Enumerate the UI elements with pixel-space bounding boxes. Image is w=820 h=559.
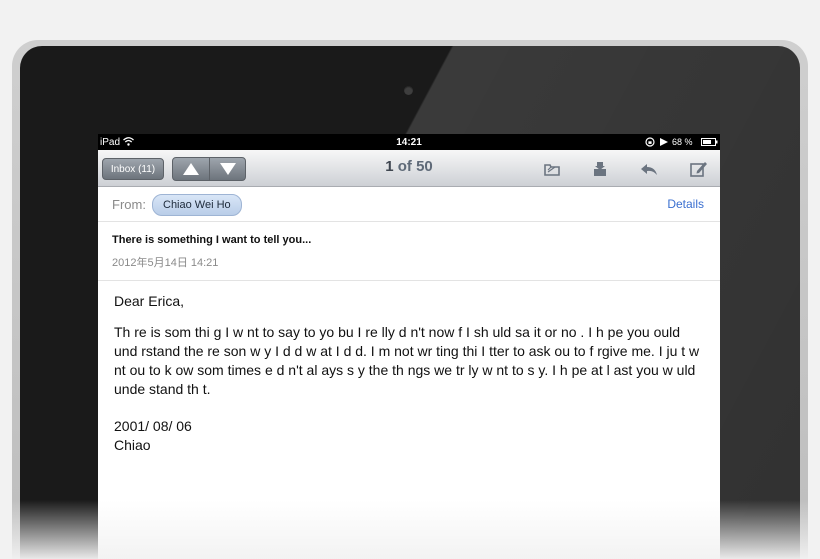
signature-name: Chiao [114,437,151,453]
archive-icon[interactable] [590,159,610,179]
up-arrow-icon [183,163,199,175]
signature-date: 2001/ 08/ 06 [114,418,192,434]
inbox-button[interactable]: Inbox (11) [102,158,164,180]
message-number: 1 [385,158,394,175]
battery-percentage: 68 % [672,137,693,147]
from-row: From: Chiao Wei Ho Details [98,187,720,222]
message-counter: 1 of 50 [348,158,470,175]
signature-block: 2001/ 08/ 06 Chiao [114,417,704,455]
details-link[interactable]: Details [667,197,704,211]
email-date: 2012年5月14日 14:21 [112,257,219,269]
message-total: of 50 [397,158,433,175]
folder-icon[interactable] [542,159,562,179]
previous-message-button[interactable] [173,158,210,180]
status-clock: 14:21 [396,137,422,148]
battery-icon [701,138,718,146]
message-nav-arrows [172,157,246,181]
down-arrow-icon [220,163,236,175]
sender-chip[interactable]: Chiao Wei Ho [152,194,242,216]
email-subject: There is something I want to tell you... [112,234,312,246]
mail-screen: iPad 14:21 68 % Inbox (11) 1 of 50 From:… [98,134,720,559]
email-body-paragraph: Th re is som thi g I w nt to say to yo b… [114,324,700,397]
email-body: Dear Erica, Th re is som thi g I w nt to… [114,292,704,455]
front-camera [404,86,413,95]
compose-icon[interactable] [688,159,708,179]
play-icon [660,138,668,146]
from-label: From: [112,197,146,212]
reflection-fade [0,500,820,559]
mail-toolbar: Inbox (11) 1 of 50 [98,150,720,187]
rotation-lock-icon [645,137,655,147]
subject-row: There is something I want to tell you...… [98,222,720,281]
next-message-button[interactable] [210,158,245,180]
reply-icon[interactable] [639,159,659,179]
email-greeting: Dear Erica, [114,293,185,309]
status-bar: iPad 14:21 68 % [98,134,720,150]
